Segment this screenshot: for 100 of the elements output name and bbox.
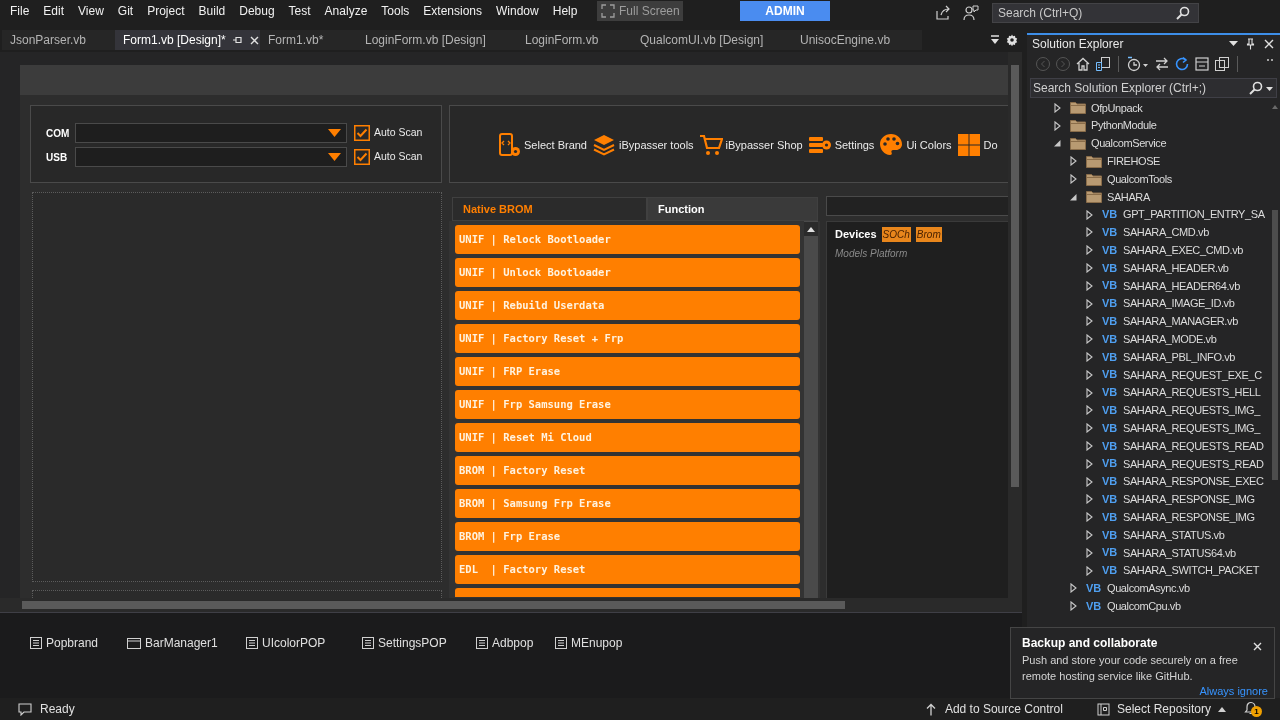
editor-tab[interactable]: Form1.vb*: [260, 30, 357, 50]
toolbar-button[interactable]: Settings: [807, 133, 875, 157]
menu-item[interactable]: Git: [110, 1, 141, 21]
pin-icon[interactable]: [231, 35, 242, 45]
triangle-right-icon[interactable]: [1053, 102, 1061, 113]
tree-item[interactable]: VB SAHARA_STATUS.vb: [1027, 526, 1271, 544]
editor-tab[interactable]: UnisocEngine.vb: [792, 30, 922, 50]
tree-item[interactable]: VB SAHARA_PBL_INFO.vb: [1027, 348, 1271, 366]
menu-item[interactable]: Help: [545, 1, 585, 21]
menu-item[interactable]: Test: [281, 1, 318, 21]
scrollbar-thumb[interactable]: [1011, 65, 1019, 487]
menu-item[interactable]: Extensions: [416, 1, 490, 21]
editor-tab[interactable]: Form1.vb [Design]*: [115, 30, 260, 50]
toolbar-button[interactable]: Select Brand: [497, 133, 587, 157]
search-field[interactable]: Search Solution Explorer (Ctrl+;): [1030, 78, 1277, 98]
tray-component[interactable]: Popbrand: [30, 634, 99, 652]
triangle-down-icon[interactable]: [1069, 192, 1077, 201]
tree-item[interactable]: QualcomTools: [1027, 170, 1271, 188]
editor-tab[interactable]: JsonParser.vb: [2, 30, 115, 50]
history-icon[interactable]: [1126, 56, 1150, 72]
triangle-right-icon[interactable]: [1085, 530, 1093, 540]
tree-item[interactable]: VB SAHARA_IMAGE_ID.vb: [1027, 294, 1271, 313]
tray-component[interactable]: BarManager1: [127, 634, 218, 652]
close-icon[interactable]: [249, 35, 259, 45]
tree-item[interactable]: VB GPT_PARTITION_ENTRY_SA: [1027, 205, 1271, 224]
overflow-icon[interactable]: [1266, 58, 1274, 62]
triangle-right-icon[interactable]: [1085, 387, 1093, 398]
triangle-right-icon[interactable]: [1085, 423, 1093, 434]
repository-button[interactable]: Select Repository: [1096, 700, 1226, 718]
triangle-right-icon[interactable]: [1085, 280, 1093, 291]
tree-item[interactable]: SAHARA: [1027, 188, 1271, 206]
triangle-right-icon[interactable]: [1085, 316, 1093, 327]
triangle-right-icon[interactable]: [1085, 209, 1093, 220]
menu-item[interactable]: Project: [140, 1, 192, 21]
refresh-icon[interactable]: [1174, 56, 1190, 72]
tree-item[interactable]: PythonModule: [1027, 116, 1271, 135]
checkbox[interactable]: [354, 125, 370, 141]
triangle-right-icon[interactable]: [1085, 494, 1093, 505]
settings-icon[interactable]: [1006, 34, 1018, 46]
tree-item[interactable]: VB SAHARA_RESPONSE_EXEC: [1027, 472, 1271, 491]
scrollbar-thumb[interactable]: [1272, 210, 1278, 480]
triangle-right-icon[interactable]: [1085, 547, 1093, 558]
close-icon[interactable]: [1264, 38, 1274, 49]
menu-item[interactable]: File: [3, 1, 37, 21]
tree-item[interactable]: VB SAHARA_HEADER.vb: [1027, 259, 1271, 277]
triangle-right-icon[interactable]: [1069, 174, 1077, 185]
triangle-right-icon[interactable]: [1085, 263, 1093, 274]
toolbar-button[interactable]: Ui Colors: [879, 133, 952, 157]
triangle-right-icon[interactable]: [1085, 245, 1093, 256]
menu-item[interactable]: Window: [489, 1, 546, 21]
tree-item[interactable]: VB QualcomCpu.vb: [1027, 597, 1271, 616]
triangle-right-icon[interactable]: [1085, 512, 1093, 523]
editor-tab[interactable]: LoginForm.vb: [517, 30, 632, 50]
tree-item[interactable]: VB QualcomAsync.vb: [1027, 579, 1271, 598]
triangle-right-icon[interactable]: [1085, 334, 1093, 345]
close-icon[interactable]: [1253, 642, 1262, 651]
tree-item[interactable]: VB SAHARA_RESPONSE_IMG: [1027, 508, 1271, 527]
menu-item[interactable]: Debug: [232, 1, 282, 21]
triangle-right-icon[interactable]: [1085, 227, 1093, 238]
menu-item[interactable]: Analyze: [317, 1, 375, 21]
dropdown-icon[interactable]: [990, 35, 1000, 45]
triangle-down-icon[interactable]: [1053, 139, 1061, 148]
editor-tab[interactable]: LoginForm.vb [Design]: [357, 30, 517, 50]
caret-icon[interactable]: [1266, 87, 1273, 91]
tree-item[interactable]: OfpUnpack: [1027, 99, 1271, 117]
tree-item[interactable]: VB SAHARA_EXEC_CMD.vb: [1027, 241, 1271, 260]
caret-icon[interactable]: [1229, 41, 1238, 46]
home-icon[interactable]: [1075, 56, 1091, 72]
sync-icon[interactable]: [1154, 56, 1170, 72]
triangle-right-icon[interactable]: [1069, 583, 1077, 594]
tree-item[interactable]: VB SAHARA_REQUESTS_IMG_: [1027, 401, 1271, 420]
tree-item[interactable]: VB SAHARA_REQUESTS_READ: [1027, 437, 1271, 455]
tree-item[interactable]: VB SAHARA_MANAGER.vb: [1027, 312, 1271, 331]
toolbar-button[interactable]: iBypasser Shop: [698, 133, 803, 157]
always-ignore-link[interactable]: Always ignore: [1199, 684, 1268, 699]
pages-icon[interactable]: [1214, 56, 1230, 72]
triangle-right-icon[interactable]: [1085, 565, 1093, 576]
triangle-right-icon[interactable]: [1053, 120, 1061, 131]
triangle-right-icon[interactable]: [1069, 601, 1077, 612]
tree-item[interactable]: VB SAHARA_REQUESTS_IMG_: [1027, 419, 1271, 438]
tray-component[interactable]: MEnupop: [555, 634, 623, 652]
collapse-icon[interactable]: [1194, 56, 1210, 72]
tree-item[interactable]: VB SAHARA_RESPONSE_IMG: [1027, 490, 1271, 509]
tray-component[interactable]: Adbpop: [476, 634, 534, 652]
search-icon[interactable]: [1249, 81, 1263, 95]
toolbar-button[interactable]: iBypasser tools: [592, 133, 694, 157]
tree-item[interactable]: VB SAHARA_REQUESTS_HELL: [1027, 383, 1271, 402]
checkbox[interactable]: [354, 149, 370, 165]
tree-item[interactable]: VB SAHARA_REQUEST_EXE_C: [1027, 365, 1271, 384]
search-icon[interactable]: [1176, 6, 1190, 20]
tree-item[interactable]: VB SAHARA_MODE.vb: [1027, 330, 1271, 349]
tree-item[interactable]: VB SAHARA_SWITCH_PACKET: [1027, 561, 1271, 580]
scrollbar-thumb[interactable]: [22, 601, 845, 609]
search-field[interactable]: Search (Ctrl+Q): [992, 3, 1199, 23]
function-tab[interactable]: Native BROM: [452, 197, 647, 221]
full-screen-button[interactable]: Full Screen: [597, 1, 683, 21]
triangle-right-icon[interactable]: [1085, 476, 1093, 487]
scroll-up-icon[interactable]: [807, 226, 815, 232]
triangle-right-icon[interactable]: [1085, 298, 1093, 309]
tree-item[interactable]: VB SAHARA_HEADER64.vb: [1027, 276, 1271, 295]
